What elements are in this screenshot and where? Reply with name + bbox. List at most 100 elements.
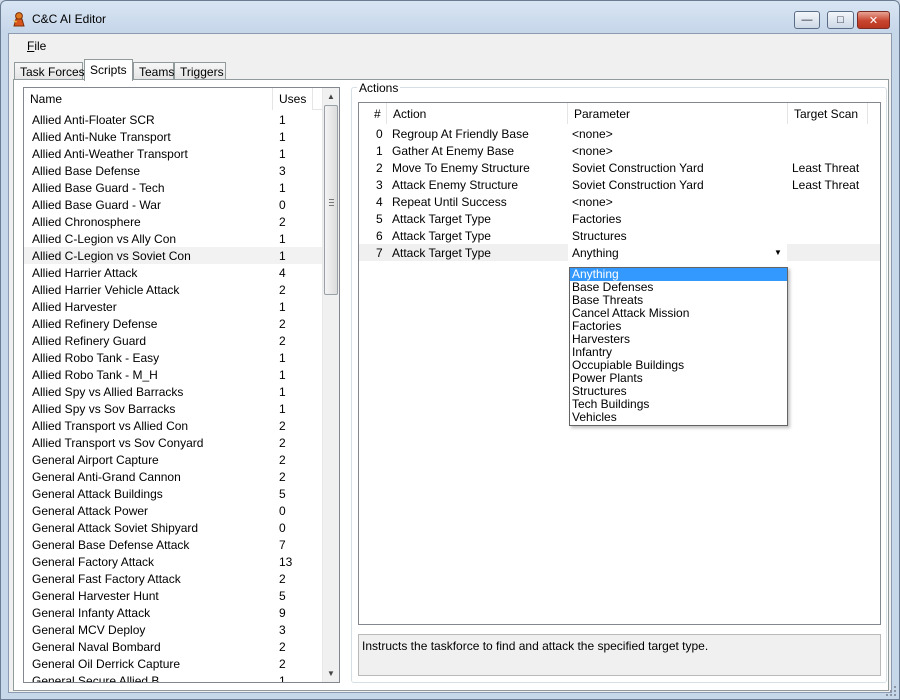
script-row[interactable]: General Airport Capture 2 — [24, 451, 322, 468]
maximize-icon: □ — [837, 14, 844, 26]
script-row[interactable]: Allied Chronosphere 2 — [24, 213, 322, 230]
script-uses: 2 — [279, 572, 286, 586]
action-name: Regroup At Friendly Base — [392, 127, 529, 141]
script-name: Allied Harrier Attack — [32, 266, 138, 280]
script-row[interactable]: Allied Refinery Defense 2 — [24, 315, 322, 332]
script-row[interactable]: General Attack Buildings 5 — [24, 485, 322, 502]
title-bar[interactable]: C&C AI Editor — □ ✕ — [1, 1, 899, 35]
minimize-button[interactable]: — — [794, 11, 820, 29]
script-uses: 2 — [279, 436, 286, 450]
script-row[interactable]: General Infanty Attack 9 — [24, 604, 322, 621]
script-row[interactable]: General Base Defense Attack 7 — [24, 536, 322, 553]
script-name: General Attack Soviet Shipyard — [32, 521, 199, 535]
script-row[interactable]: Allied C-Legion vs Soviet Con 1 — [24, 247, 322, 264]
scripts-list-scrollbar[interactable]: ▲ ▼ — [322, 88, 339, 682]
script-row[interactable]: Allied Anti-Nuke Transport 1 — [24, 128, 322, 145]
tab-triggers[interactable]: Triggers — [174, 62, 226, 80]
action-row[interactable]: 3 Attack Enemy Structure Soviet Constructi… — [359, 176, 880, 193]
action-row[interactable]: 1 Gather At Enemy Base <none> — [359, 142, 880, 159]
action-row[interactable]: 6 Attack Target Type Structures — [359, 227, 880, 244]
script-row[interactable]: Allied Spy vs Allied Barracks 1 — [24, 383, 322, 400]
script-name: General MCV Deploy — [32, 623, 146, 637]
resize-grip-icon[interactable] — [885, 685, 897, 697]
script-name: Allied Anti-Floater SCR — [32, 113, 155, 127]
script-row[interactable]: Allied Anti-Weather Transport 1 — [24, 145, 322, 162]
chevron-down-icon[interactable]: ▼ — [770, 244, 786, 261]
script-row[interactable]: Allied Refinery Guard 2 — [24, 332, 322, 349]
window-title: C&C AI Editor — [32, 12, 107, 26]
scroll-up-icon[interactable]: ▲ — [323, 88, 339, 105]
action-parameter: Soviet Construction Yard — [572, 178, 704, 192]
thumb-grip — [329, 202, 334, 203]
script-row[interactable]: Allied Robo Tank - M_H 1 — [24, 366, 322, 383]
menu-file[interactable]: File — [27, 39, 46, 53]
script-uses: 2 — [279, 470, 286, 484]
action-parameter: Factories — [572, 212, 622, 226]
script-row[interactable]: General Harvester Hunt 5 — [24, 587, 322, 604]
column-header-target-scan[interactable]: Target Scan — [788, 103, 868, 124]
script-name: General Fast Factory Attack — [32, 572, 181, 586]
close-button[interactable]: ✕ — [857, 11, 890, 29]
action-description: Instructs the taskforce to find and atta… — [358, 634, 881, 676]
script-row[interactable]: General Factory Attack 13 — [24, 553, 322, 570]
script-name: Allied Transport vs Sov Conyard — [32, 436, 204, 450]
script-row[interactable]: Allied Harrier Vehicle Attack 2 — [24, 281, 322, 298]
script-uses: 2 — [279, 419, 286, 433]
script-row[interactable]: Allied Base Guard - Tech 1 — [24, 179, 322, 196]
script-row[interactable]: General Secure Allied B... 1 — [24, 672, 322, 682]
maximize-button[interactable]: □ — [827, 11, 854, 29]
tab-scripts[interactable]: Scripts — [84, 59, 133, 81]
script-uses: 2 — [279, 334, 286, 348]
script-uses: 1 — [279, 147, 286, 161]
action-row[interactable]: 5 Attack Target Type Factories — [359, 210, 880, 227]
column-header-uses[interactable]: Uses — [273, 88, 313, 110]
action-row[interactable]: 0 Regroup At Friendly Base <none> — [359, 125, 880, 142]
script-name: Allied Robo Tank - Easy — [32, 351, 160, 365]
script-row[interactable]: Allied Transport vs Allied Con 2 — [24, 417, 322, 434]
script-row[interactable]: Allied Anti-Floater SCR 1 — [24, 111, 322, 128]
script-name: Allied Refinery Defense — [32, 317, 158, 331]
column-header-name[interactable]: Name — [24, 88, 273, 110]
script-name: Allied Anti-Weather Transport — [32, 147, 188, 161]
script-row[interactable]: Allied Harrier Attack 4 — [24, 264, 322, 281]
script-uses: 5 — [279, 487, 286, 501]
scroll-thumb[interactable] — [324, 105, 338, 295]
action-row[interactable]: 2 Move To Enemy Structure Soviet Construct… — [359, 159, 880, 176]
action-name: Attack Target Type — [392, 246, 491, 260]
script-row[interactable]: Allied Spy vs Sov Barracks 1 — [24, 400, 322, 417]
script-row[interactable]: General Attack Soviet Shipyard 0 — [24, 519, 322, 536]
script-row[interactable]: Allied Base Defense 3 — [24, 162, 322, 179]
script-row[interactable]: Allied Base Guard - War 0 — [24, 196, 322, 213]
script-row[interactable]: Allied Harvester 1 — [24, 298, 322, 315]
script-name: Allied Spy vs Sov Barracks — [32, 402, 176, 416]
tab-task-forces[interactable]: Task Forces — [14, 62, 85, 80]
script-uses: 1 — [279, 368, 286, 382]
actions-list[interactable]: # Action Parameter Target Scan 0 Regroup … — [358, 102, 881, 625]
script-row[interactable]: General Oil Derrick Capture 2 — [24, 655, 322, 672]
script-uses: 1 — [279, 113, 286, 127]
script-name: General Factory Attack — [32, 555, 155, 569]
action-row[interactable]: 4 Repeat Until Success <none> — [359, 193, 880, 210]
script-row[interactable]: General Naval Bombard 2 — [24, 638, 322, 655]
script-row[interactable]: General Fast Factory Attack 2 — [24, 570, 322, 587]
parameter-combobox[interactable]: Anything ▼ — [568, 244, 787, 261]
scripts-list[interactable]: Name Uses Allied Anti-Floater SCR 1 Allied… — [23, 87, 340, 683]
script-row[interactable]: Allied C-Legion vs Ally Con 1 — [24, 230, 322, 247]
script-row[interactable]: General MCV Deploy 3 — [24, 621, 322, 638]
column-header-num[interactable]: # — [359, 103, 387, 124]
script-row[interactable]: General Anti-Grand Cannon 2 — [24, 468, 322, 485]
column-header-parameter[interactable]: Parameter — [568, 103, 788, 124]
dropdown-option[interactable]: Vehicles — [570, 411, 787, 424]
script-row[interactable]: Allied Robo Tank - Easy 1 — [24, 349, 322, 366]
action-row[interactable]: 7 Attack Target Type Anything ▼ — [359, 244, 880, 261]
script-name: Allied Base Guard - War — [32, 198, 161, 212]
scroll-down-icon[interactable]: ▼ — [323, 665, 339, 682]
parameter-dropdown-list[interactable]: Anything Base Defenses Base Threats Cancel … — [569, 267, 788, 426]
script-row[interactable]: General Attack Power 0 — [24, 502, 322, 519]
action-target-scan: Least Threat — [792, 178, 860, 192]
script-uses: 3 — [279, 623, 286, 637]
tab-teams[interactable]: Teams — [133, 62, 174, 80]
column-header-action[interactable]: Action — [387, 103, 568, 124]
action-name: Gather At Enemy Base — [392, 144, 515, 158]
script-row[interactable]: Allied Transport vs Sov Conyard 2 — [24, 434, 322, 451]
